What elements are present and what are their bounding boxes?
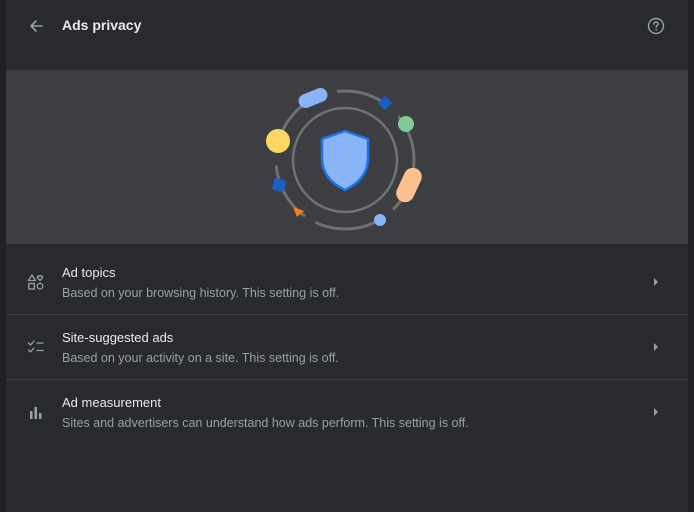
ad-measurement-title: Ad measurement — [62, 395, 161, 410]
yellow-dot — [266, 129, 290, 153]
green-dot — [398, 116, 414, 132]
help-circle-icon — [647, 17, 665, 35]
ad-topics-subtitle: Based on your browsing history. This set… — [62, 286, 340, 300]
shapes-icon — [26, 272, 46, 292]
help-button[interactable] — [644, 14, 668, 38]
back-button[interactable] — [22, 12, 50, 40]
shield-shape — [320, 129, 370, 192]
ad-topics-row[interactable]: Ad topics Based on your browsing history… — [6, 250, 688, 314]
page-header: Ads privacy — [6, 0, 688, 52]
blue-diamond-top — [377, 95, 393, 111]
arrow-left-icon — [30, 20, 43, 32]
shield-illustration — [266, 88, 422, 231]
chevron-right-icon — [650, 341, 662, 353]
site-suggested-ads-row[interactable]: Site-suggested ads Based on your activit… — [6, 315, 688, 379]
blue-pill — [298, 88, 328, 108]
chevron-right-icon — [650, 276, 662, 288]
page-title: Ads privacy — [62, 17, 142, 33]
window-background: Ads privacy Ad topics Based on your brow… — [0, 0, 694, 512]
site-suggested-ads-subtitle: Based on your activity on a site. This s… — [62, 351, 339, 365]
light-blue-dot — [374, 214, 386, 226]
chevron-right-icon — [650, 406, 662, 418]
ad-measurement-subtitle: Sites and advertisers can understand how… — [62, 416, 469, 430]
site-suggested-ads-title: Site-suggested ads — [62, 330, 174, 345]
ad-measurement-row[interactable]: Ad measurement Sites and advertisers can… — [6, 380, 688, 444]
peach-pill — [396, 167, 422, 203]
ad-topics-title: Ad topics — [62, 265, 116, 280]
ads-privacy-illustration — [6, 70, 688, 244]
bar-chart-icon — [26, 402, 46, 422]
ads-privacy-panel: Ads privacy Ad topics Based on your brow… — [6, 0, 688, 512]
checklist-icon — [26, 337, 46, 357]
